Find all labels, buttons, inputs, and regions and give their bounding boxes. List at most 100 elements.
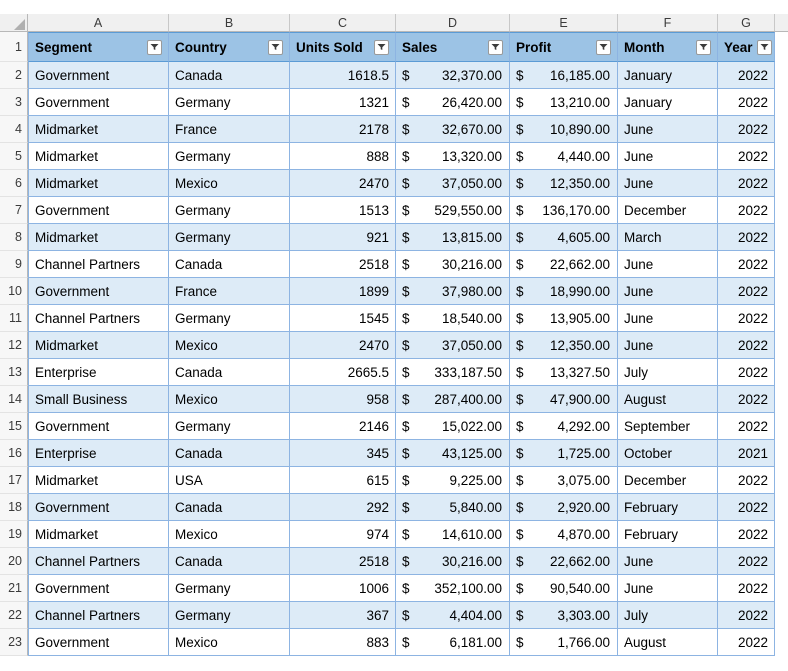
column-header-c[interactable]: C <box>290 14 396 31</box>
cell-month[interactable]: June <box>618 251 718 278</box>
cell-profit[interactable]: $136,170.00 <box>510 197 618 224</box>
cell-year[interactable]: 2022 <box>718 251 775 278</box>
cell-units-sold[interactable]: 2518 <box>290 548 396 575</box>
cell-year[interactable]: 2022 <box>718 629 775 656</box>
cell-segment[interactable]: Government <box>28 413 169 440</box>
cell-month[interactable]: June <box>618 305 718 332</box>
cell-country[interactable]: France <box>169 116 290 143</box>
row-header[interactable]: 5 <box>0 143 28 170</box>
cell-units-sold[interactable]: 888 <box>290 143 396 170</box>
cell-month[interactable]: January <box>618 62 718 89</box>
cell-year[interactable]: 2022 <box>718 413 775 440</box>
cell-country[interactable]: Mexico <box>169 521 290 548</box>
cell-units-sold[interactable]: 615 <box>290 467 396 494</box>
cell-units-sold[interactable]: 974 <box>290 521 396 548</box>
column-title-sales[interactable]: Sales <box>396 32 510 62</box>
cell-profit[interactable]: $4,440.00 <box>510 143 618 170</box>
cell-profit[interactable]: $22,662.00 <box>510 548 618 575</box>
row-header[interactable]: 23 <box>0 629 28 656</box>
cell-month[interactable]: June <box>618 170 718 197</box>
cell-segment[interactable]: Midmarket <box>28 467 169 494</box>
cell-units-sold[interactable]: 2518 <box>290 251 396 278</box>
cell-units-sold[interactable]: 345 <box>290 440 396 467</box>
row-header[interactable]: 19 <box>0 521 28 548</box>
cell-segment[interactable]: Government <box>28 575 169 602</box>
table-row[interactable]: 22 Channel Partners Germany 367 $4,404.00 $3,… <box>0 602 788 629</box>
cell-country[interactable]: Mexico <box>169 386 290 413</box>
cell-sales[interactable]: $5,840.00 <box>396 494 510 521</box>
cell-country[interactable]: USA <box>169 467 290 494</box>
cell-profit[interactable]: $22,662.00 <box>510 251 618 278</box>
cell-sales[interactable]: $26,420.00 <box>396 89 510 116</box>
table-row[interactable]: 3 Government Germany 1321 $26,420.00 $13,210.… <box>0 89 788 116</box>
cell-year[interactable]: 2022 <box>718 332 775 359</box>
row-header-1[interactable]: 1 <box>0 32 28 62</box>
column-title-year[interactable]: Year <box>718 32 775 62</box>
cell-month[interactable]: March <box>618 224 718 251</box>
column-title-country[interactable]: Country <box>169 32 290 62</box>
cell-sales[interactable]: $15,022.00 <box>396 413 510 440</box>
cell-year[interactable]: 2022 <box>718 89 775 116</box>
cell-month[interactable]: February <box>618 494 718 521</box>
cell-profit[interactable]: $18,990.00 <box>510 278 618 305</box>
cell-segment[interactable]: Midmarket <box>28 116 169 143</box>
cell-units-sold[interactable]: 2146 <box>290 413 396 440</box>
cell-month[interactable]: July <box>618 359 718 386</box>
cell-sales[interactable]: $30,216.00 <box>396 251 510 278</box>
cell-units-sold[interactable]: 1321 <box>290 89 396 116</box>
cell-units-sold[interactable]: 292 <box>290 494 396 521</box>
table-row[interactable]: 15 Government Germany 2146 $15,022.00 $4,292.… <box>0 413 788 440</box>
table-row[interactable]: 21 Government Germany 1006 $352,100.00 $90,54… <box>0 575 788 602</box>
table-row[interactable]: 6 Midmarket Mexico 2470 $37,050.00 $12,350.00… <box>0 170 788 197</box>
cell-country[interactable]: Canada <box>169 494 290 521</box>
table-row[interactable]: 23 Government Mexico 883 $6,181.00 $1,766.00 A… <box>0 629 788 656</box>
filter-dropdown-icon[interactable] <box>268 39 283 55</box>
cell-country[interactable]: Canada <box>169 359 290 386</box>
cell-country[interactable]: Germany <box>169 197 290 224</box>
column-header-e[interactable]: E <box>510 14 618 31</box>
row-header[interactable]: 12 <box>0 332 28 359</box>
row-header[interactable]: 13 <box>0 359 28 386</box>
column-title-units-sold[interactable]: Units Sold <box>290 32 396 62</box>
cell-units-sold[interactable]: 2665.5 <box>290 359 396 386</box>
row-header[interactable]: 7 <box>0 197 28 224</box>
cell-year[interactable]: 2022 <box>718 278 775 305</box>
cell-segment[interactable]: Midmarket <box>28 521 169 548</box>
cell-month[interactable]: June <box>618 548 718 575</box>
cell-month[interactable]: June <box>618 116 718 143</box>
row-header[interactable]: 20 <box>0 548 28 575</box>
cell-profit[interactable]: $90,540.00 <box>510 575 618 602</box>
row-header[interactable]: 22 <box>0 602 28 629</box>
cell-month[interactable]: October <box>618 440 718 467</box>
row-header[interactable]: 4 <box>0 116 28 143</box>
cell-profit[interactable]: $47,900.00 <box>510 386 618 413</box>
cell-sales[interactable]: $6,181.00 <box>396 629 510 656</box>
cell-units-sold[interactable]: 1545 <box>290 305 396 332</box>
cell-country[interactable]: Canada <box>169 62 290 89</box>
cell-sales[interactable]: $13,815.00 <box>396 224 510 251</box>
column-title-profit[interactable]: Profit <box>510 32 618 62</box>
row-header[interactable]: 10 <box>0 278 28 305</box>
cell-segment[interactable]: Midmarket <box>28 224 169 251</box>
cell-profit[interactable]: $1,725.00 <box>510 440 618 467</box>
cell-country[interactable]: Germany <box>169 305 290 332</box>
cell-year[interactable]: 2022 <box>718 494 775 521</box>
cell-year[interactable]: 2022 <box>718 575 775 602</box>
cell-year[interactable]: 2022 <box>718 521 775 548</box>
cell-country[interactable]: Mexico <box>169 629 290 656</box>
cell-segment[interactable]: Government <box>28 62 169 89</box>
cell-sales[interactable]: $32,370.00 <box>396 62 510 89</box>
cell-country[interactable]: Germany <box>169 413 290 440</box>
cell-country[interactable]: Germany <box>169 224 290 251</box>
cell-year[interactable]: 2022 <box>718 548 775 575</box>
cell-segment[interactable]: Channel Partners <box>28 251 169 278</box>
row-header[interactable]: 18 <box>0 494 28 521</box>
row-header[interactable]: 6 <box>0 170 28 197</box>
cell-units-sold[interactable]: 1513 <box>290 197 396 224</box>
cell-sales[interactable]: $352,100.00 <box>396 575 510 602</box>
cell-segment[interactable]: Government <box>28 629 169 656</box>
cell-month[interactable]: June <box>618 575 718 602</box>
cell-sales[interactable]: $287,400.00 <box>396 386 510 413</box>
cell-sales[interactable]: $37,980.00 <box>396 278 510 305</box>
cell-country[interactable]: Mexico <box>169 170 290 197</box>
